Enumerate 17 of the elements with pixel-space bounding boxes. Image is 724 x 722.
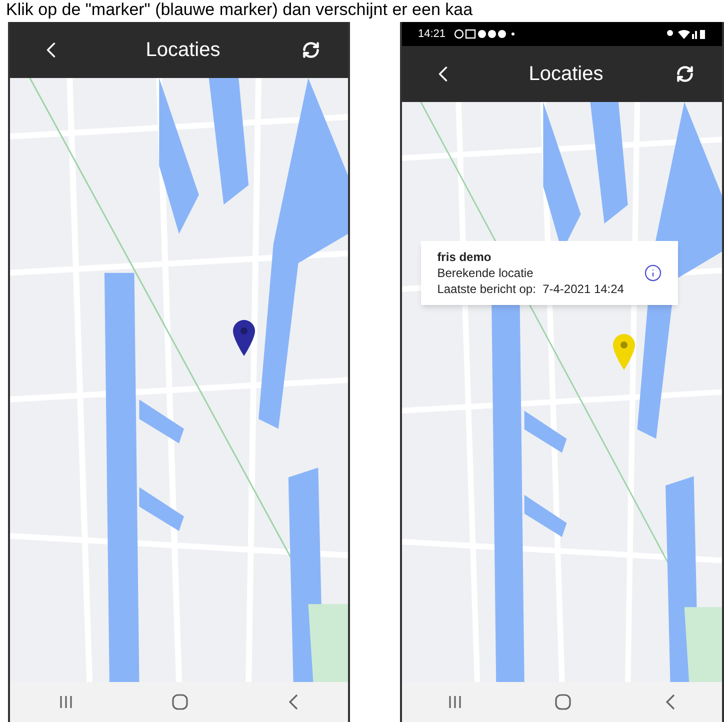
refresh-icon[interactable] [676, 65, 694, 83]
status-time: 14:21 [418, 26, 446, 42]
info-window-line: Laatste bericht op: 7-4-2021 14:24 [437, 281, 624, 298]
notification-icons-drawing [454, 29, 516, 39]
caption-text: Klik op de "marker" (blauwe marker) dan verschijnt er een kaa [6, 0, 473, 20]
app-bar-title: Locaties [146, 38, 220, 63]
map-pin-icon[interactable] [233, 320, 256, 356]
app-bar-title: Locaties [528, 62, 604, 87]
signal-battery-icons-drawing [666, 29, 706, 39]
recent-apps-icon[interactable] [60, 695, 72, 709]
info-icon[interactable] [644, 264, 662, 282]
refresh-icon[interactable] [302, 41, 320, 59]
home-icon[interactable] [555, 694, 571, 710]
home-icon[interactable] [172, 694, 188, 710]
info-window-line: Berekende locatie [437, 265, 534, 282]
recent-apps-icon[interactable] [449, 695, 461, 709]
info-window-title: fris demo [437, 249, 492, 266]
